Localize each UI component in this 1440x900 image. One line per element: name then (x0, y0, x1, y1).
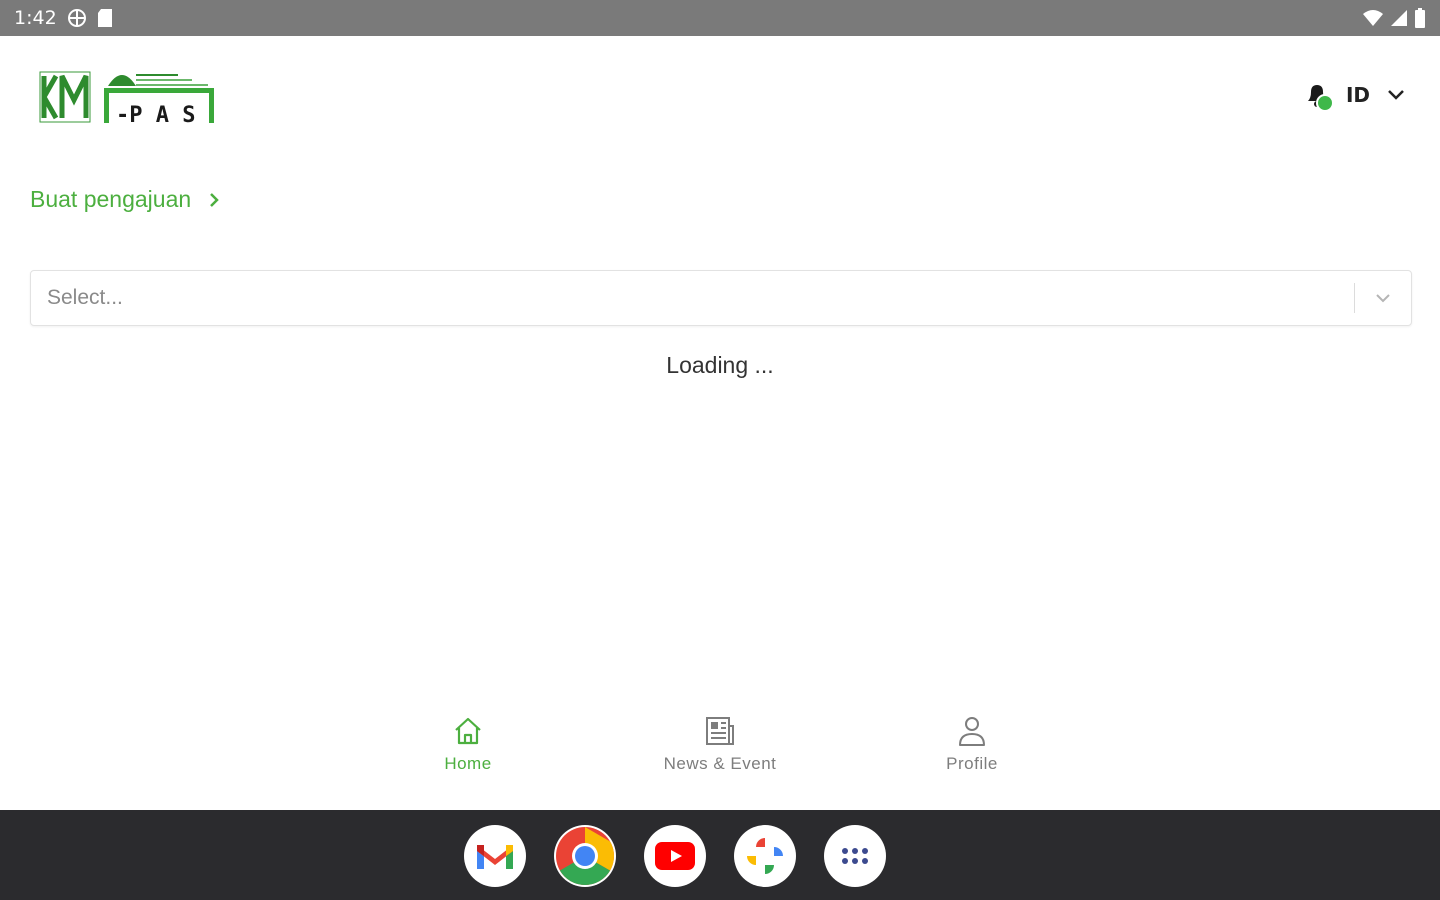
chevron-down-icon (1376, 294, 1390, 303)
app-dock (0, 810, 1440, 900)
home-icon (455, 717, 481, 745)
notification-badge (1315, 94, 1334, 112)
newspaper-icon (706, 717, 734, 745)
chevron-down-icon (1388, 90, 1404, 100)
app-header: -P A S ID (0, 36, 1440, 156)
system-status-bar: 1:42 (0, 0, 1440, 36)
status-left: 1:42 (14, 7, 113, 29)
svg-text:-P A S: -P A S (116, 103, 195, 128)
nav-item-profile[interactable]: Profile (872, 714, 1072, 774)
nav-label-home: Home (444, 754, 492, 773)
create-submission-label: Buat pengajuan (30, 186, 192, 212)
select-dropdown-button[interactable] (1355, 270, 1411, 326)
youtube-icon (655, 842, 695, 870)
nav-item-news-event[interactable]: News & Event (620, 714, 820, 774)
gmail-app[interactable] (464, 825, 526, 887)
photos-app[interactable] (734, 825, 796, 887)
app-drawer-button[interactable] (824, 825, 886, 887)
chrome-app[interactable] (554, 825, 616, 887)
notification-button[interactable] (1302, 80, 1334, 112)
user-icon (959, 717, 985, 746)
language-code: ID (1345, 83, 1370, 107)
chrome-icon (556, 827, 614, 885)
vpn-globe-icon (67, 8, 87, 28)
nav-label-profile: Profile (946, 754, 998, 773)
youtube-app[interactable] (644, 825, 706, 887)
select-placeholder: Select... (47, 286, 123, 309)
chevron-right-icon (210, 192, 219, 207)
create-submission-link[interactable]: Buat pengajuan (30, 186, 221, 213)
app-logo: -P A S (38, 66, 218, 130)
nav-label-news-event: News & Event (663, 754, 777, 773)
header-actions: ID (1302, 80, 1406, 112)
nav-item-home[interactable]: Home (368, 714, 568, 774)
signal-icon (1390, 9, 1408, 27)
status-time: 1:42 (14, 7, 57, 29)
battery-icon (1414, 8, 1426, 28)
submission-type-select[interactable]: Select... (30, 270, 1412, 326)
photos-icon (747, 838, 783, 874)
app-drawer-icon (842, 848, 868, 864)
status-right (1362, 8, 1426, 28)
language-selector[interactable]: ID (1346, 83, 1406, 107)
loading-text: Loading ... (666, 352, 774, 378)
sd-card-icon (97, 8, 113, 28)
wifi-icon (1362, 9, 1384, 27)
gmail-icon (477, 845, 513, 869)
bottom-navigation: Home News & Event Profile (0, 706, 1440, 810)
